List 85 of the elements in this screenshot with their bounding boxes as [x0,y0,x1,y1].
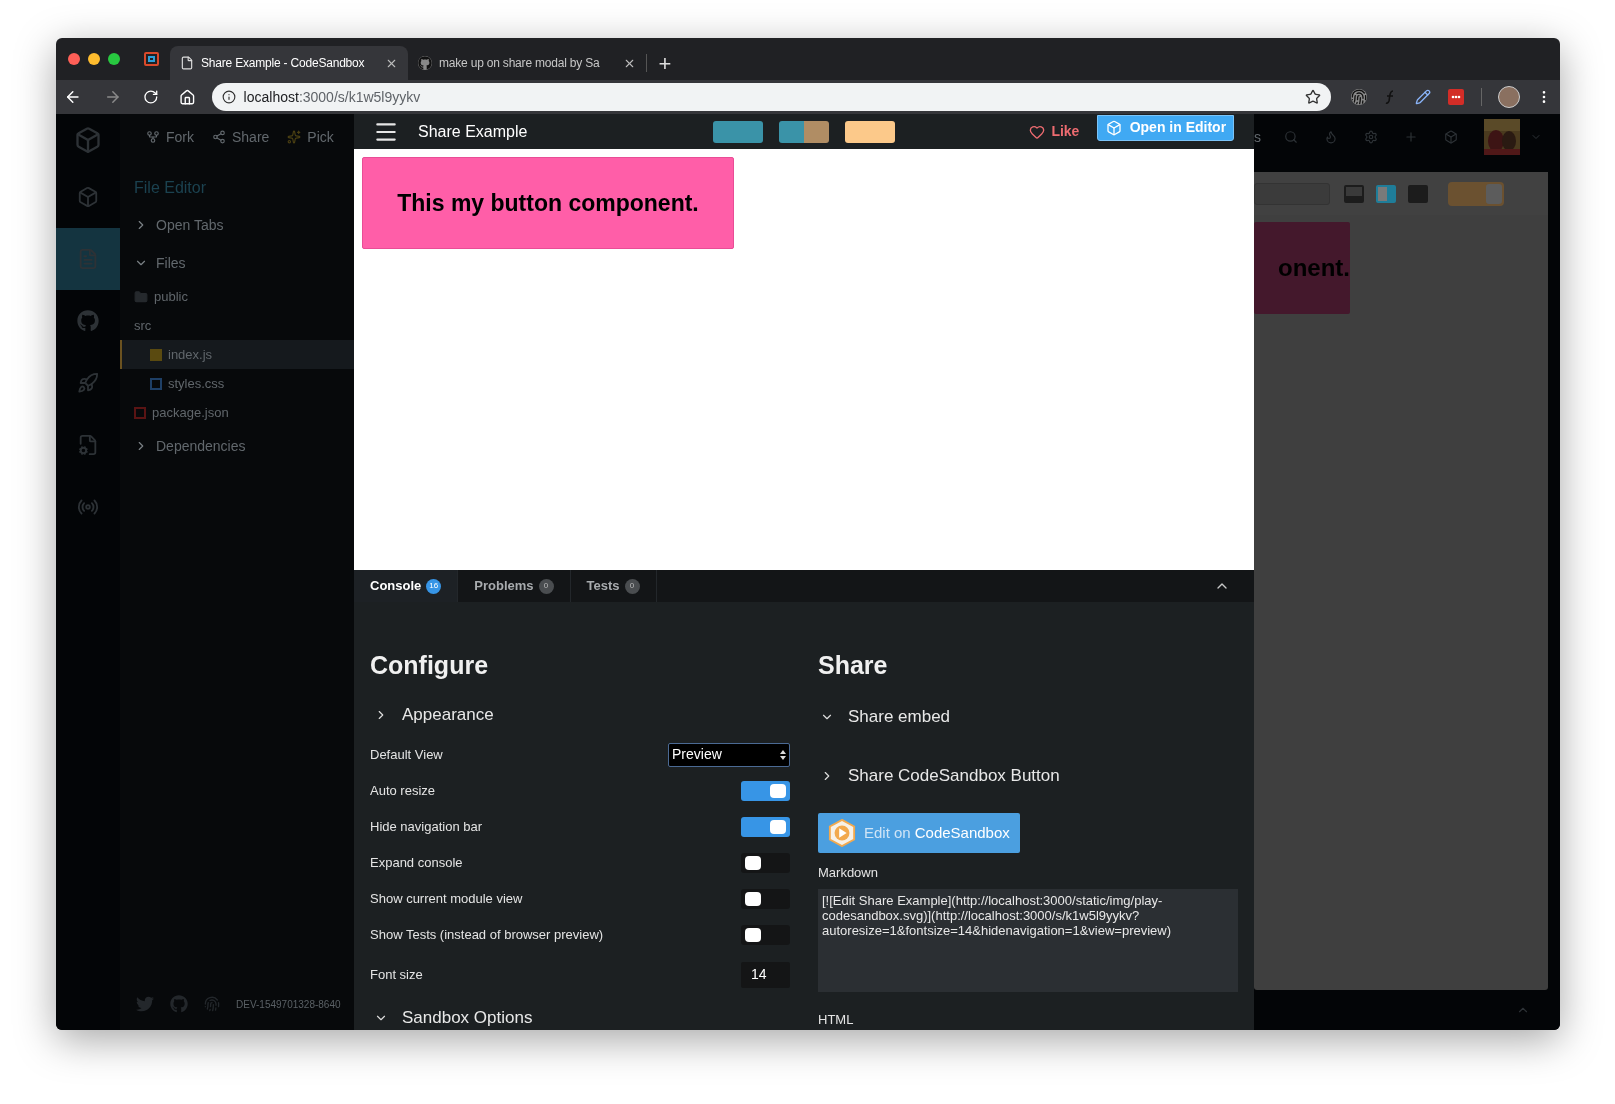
close-window-button[interactable] [68,53,80,65]
header-action[interactable]: Pick [287,126,334,148]
app-icon [144,51,160,67]
accordion-header[interactable]: Share CodeSandbox Button [818,761,1238,791]
toggle-switch[interactable] [741,888,790,909]
info-icon [221,90,236,104]
cube-icon [77,186,99,208]
section-heading: Share [818,650,889,681]
option-label: Hide navigation bar [370,817,483,836]
cube-icon [1105,119,1122,136]
panel-tab[interactable]: Console 16 [354,570,459,602]
avatar-icon[interactable] [1498,86,1520,108]
css-file-icon [150,377,162,390]
rocket-icon [77,372,99,394]
header-action[interactable]: Share [212,126,270,148]
zoom-window-button[interactable] [108,53,120,65]
accordion-header[interactable]: Sandbox Options [370,1002,790,1030]
view-select[interactable]: Preview [668,742,790,767]
section-header[interactable]: Dependencies [120,427,354,465]
share-icon [212,130,226,144]
section-header[interactable]: Files [120,244,354,282]
browser-tab[interactable]: make up on share modal by Sa [408,46,646,80]
back-icon[interactable] [64,88,82,106]
toggle-switch[interactable] [741,780,790,801]
section-header[interactable]: Open Tabs [120,206,354,244]
heart-icon [1029,123,1046,140]
panel-tab[interactable]: Problems 0 [458,570,571,602]
browser-tab[interactable]: Share Example - CodeSandbox [170,46,408,80]
accordion-header[interactable]: Appearance [370,702,790,728]
github-icon [418,56,432,70]
version-label: DEV-1549701328-8640 [236,997,341,1012]
github-icon [77,310,99,332]
file-icon [77,248,99,270]
toggle-switch[interactable] [741,924,790,945]
github-icon [170,995,188,1013]
accordion-header[interactable]: Share embed [818,702,1238,732]
play-hexagon-icon [828,819,856,848]
toggle-switch[interactable] [741,816,790,837]
header-action[interactable]: Fork [146,126,194,148]
option-label: Expand console [370,853,463,872]
option-label: Default View [370,745,443,764]
panel-tab[interactable]: Tests 0 [570,570,657,602]
like-button[interactable]: Like [1029,121,1080,142]
section-heading: Configure [370,650,490,681]
sparkle-icon [287,130,302,144]
minimize-window-button[interactable] [88,53,100,65]
layout-button[interactable] [779,120,830,143]
home-icon[interactable] [178,88,196,106]
toggle-switch[interactable] [741,852,790,873]
layout-button[interactable] [713,120,764,143]
count-badge: 0 [538,578,554,594]
file-row[interactable]: public [120,282,354,311]
address-field[interactable] [1254,182,1330,205]
js-file-icon [150,348,162,361]
folder-icon [134,289,148,304]
extension-icon[interactable] [1351,89,1367,105]
option-label: Font size [370,965,423,984]
panel-title: File Editor [133,178,208,198]
file-row[interactable]: styles.css [120,369,354,398]
extension-icon[interactable] [1447,89,1465,105]
select-arrows-icon [780,749,786,760]
file-gear-icon [77,434,99,456]
markdown-field[interactable]: [![Edit Share Example](http://localhost:3000/static/img/play-codesandbox.svg)](http://localhost:3000/s/k1w5l9yykv?autoresize=1&fontsize=14&hidenavigation=1&view=preview) [818,888,1238,992]
option-label: Show current module view [370,889,523,908]
menu-label: s [1254,127,1262,147]
reload-icon[interactable] [143,89,159,105]
address-bar[interactable]: localhost:3000/s/k1w5l9yykv [211,83,1331,111]
layout-button[interactable] [845,120,896,143]
bookmark-star-icon[interactable] [1305,89,1321,105]
count-badge: 16 [426,578,442,594]
option-label: Show Tests (instead of browser preview) [370,925,604,944]
json-file-icon [134,406,146,419]
sandbox-title: Share Example [418,121,528,142]
field-label: HTML [818,1011,855,1029]
fork-icon [146,130,160,144]
twitter-icon [136,995,154,1013]
new-tab-button[interactable]: + [647,46,683,80]
page-icon [180,56,194,70]
font-size-field[interactable]: 14 [741,961,790,988]
file-row[interactable]: src [120,311,354,340]
pen-icon[interactable] [1415,89,1431,105]
toggle-switch[interactable] [1448,181,1504,206]
field-label: Markdown [818,864,879,883]
option-label: Auto resize [370,781,436,800]
count-badge: 0 [624,578,640,594]
